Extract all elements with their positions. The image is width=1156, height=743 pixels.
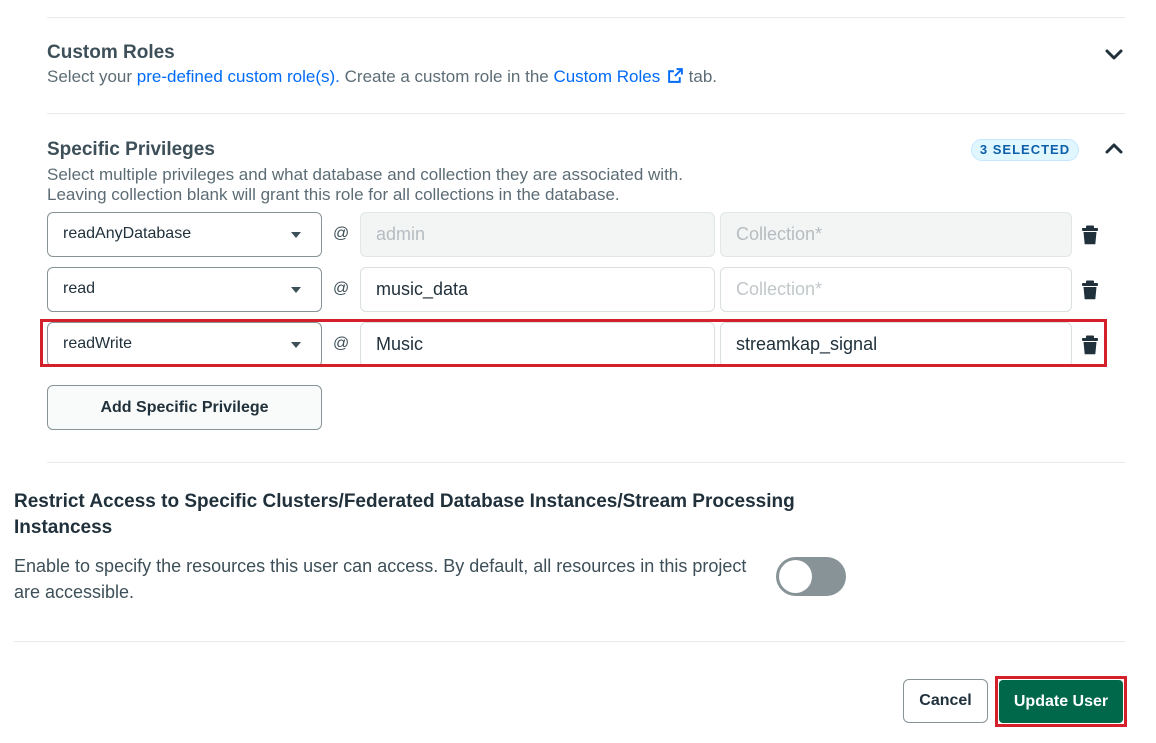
external-link-icon (668, 68, 683, 83)
custom-roles-tab-link[interactable]: Custom Roles (553, 67, 684, 86)
database-field: admin (360, 212, 715, 257)
collection-field: Collection* (720, 212, 1072, 257)
caret-down-icon (291, 232, 301, 238)
custom-roles-description: Select your pre-defined custom role(s). … (47, 67, 947, 87)
cancel-button[interactable]: Cancel (903, 679, 988, 723)
specific-privileges-desc-line1: Select multiple privileges and what data… (47, 165, 683, 184)
custom-roles-desc-middle: Create a custom role in the (339, 67, 554, 86)
specific-privileges-title: Specific Privileges (47, 139, 215, 160)
chevron-down-icon[interactable] (1103, 43, 1125, 65)
role-select[interactable]: read (47, 267, 322, 312)
role-select[interactable]: readWrite (47, 322, 322, 367)
at-symbol: @ (333, 280, 350, 297)
specific-privileges-desc-line2: Leaving collection blank will grant this… (47, 185, 620, 204)
restrict-access-toggle[interactable] (776, 557, 846, 596)
custom-roles-title: Custom Roles (47, 42, 175, 63)
section-divider (47, 113, 1125, 114)
at-symbol: @ (333, 335, 350, 352)
update-user-button[interactable]: Update User (999, 680, 1123, 723)
custom-roles-desc-prefix: Select your (47, 67, 137, 86)
chevron-up-icon[interactable] (1103, 138, 1125, 160)
section-divider (47, 462, 1125, 463)
role-select-value: read (63, 280, 96, 297)
database-field[interactable]: music_data (360, 267, 715, 312)
trash-icon[interactable] (1081, 280, 1099, 300)
toggle-knob (779, 560, 812, 593)
role-select-value: readWrite (63, 335, 133, 352)
top-divider (47, 17, 1125, 18)
custom-roles-desc-suffix: tab. (683, 67, 718, 86)
selected-count-badge: 3 SELECTED (971, 139, 1079, 161)
collection-field[interactable]: streamkap_signal (720, 322, 1072, 367)
footer-divider (14, 641, 1125, 642)
restrict-access-title: Restrict Access to Specific Clusters/Fed… (14, 491, 795, 538)
database-field[interactable]: Music (360, 322, 715, 367)
add-specific-privilege-button[interactable]: Add Specific Privilege (47, 385, 322, 430)
trash-icon[interactable] (1081, 225, 1099, 245)
caret-down-icon (291, 342, 301, 348)
caret-down-icon (291, 287, 301, 293)
collection-field[interactable]: Collection* (720, 267, 1072, 312)
restrict-access-description: Enable to specify the resources this use… (14, 556, 747, 602)
at-symbol: @ (333, 225, 350, 242)
role-select-value: readAnyDatabase (63, 225, 192, 242)
role-select[interactable]: readAnyDatabase (47, 212, 322, 257)
trash-icon[interactable] (1081, 335, 1099, 355)
custom-roles-tab-link-label: Custom Roles (553, 67, 661, 86)
predefined-custom-roles-link[interactable]: pre-defined custom role(s). (137, 67, 340, 86)
